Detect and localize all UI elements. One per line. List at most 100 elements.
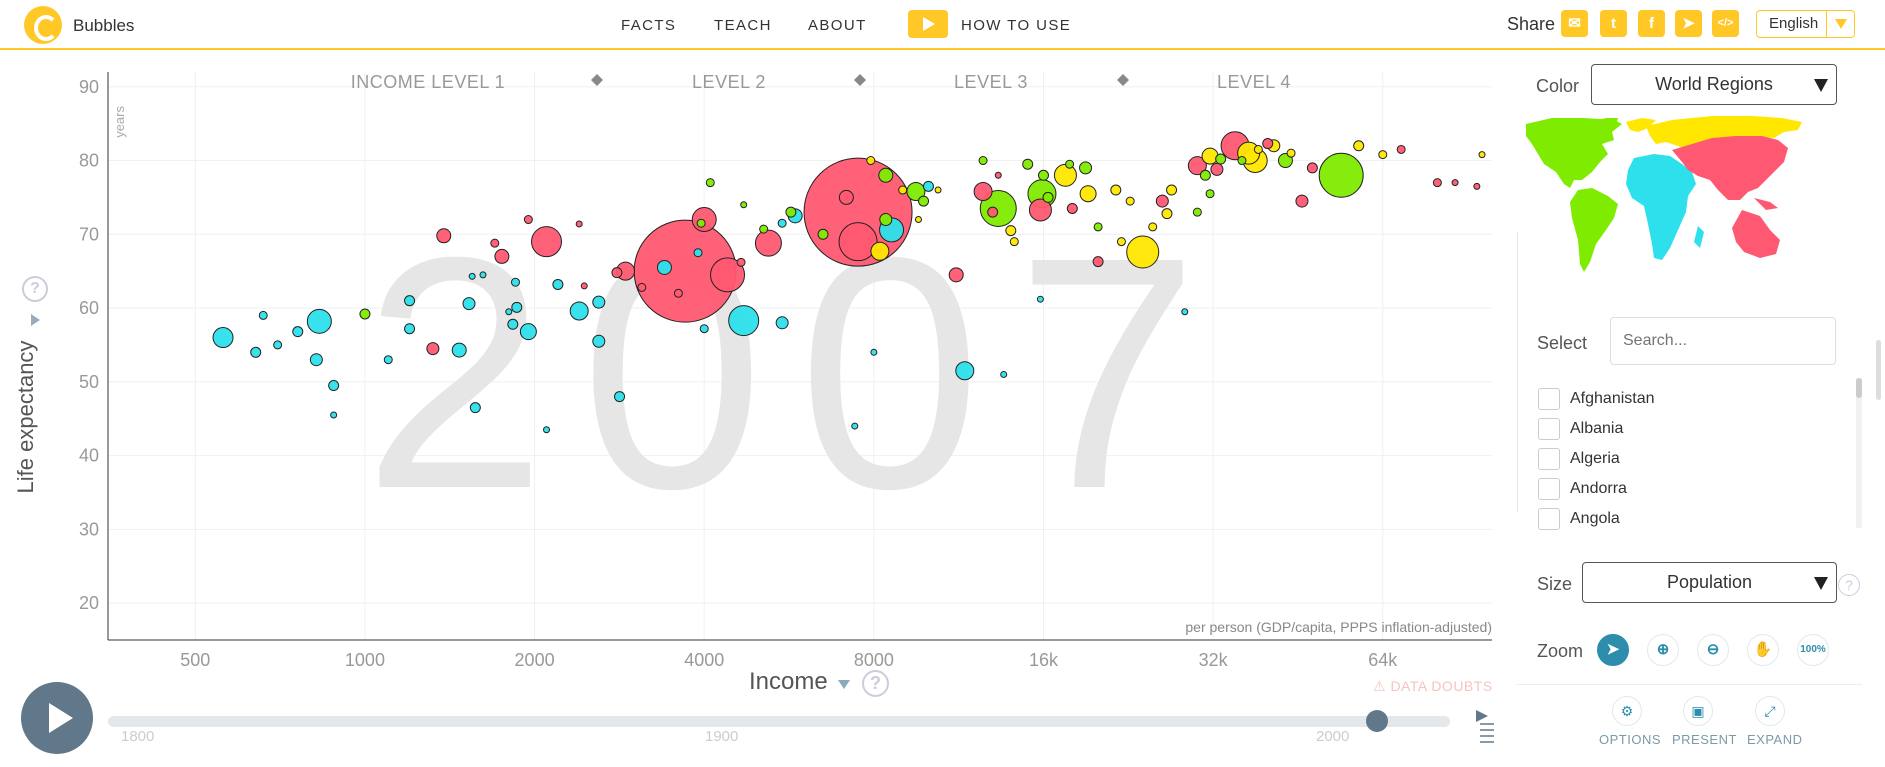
bubble[interactable] [1378,150,1388,160]
bubble[interactable] [693,248,703,258]
bubble[interactable] [1237,156,1247,166]
world-map-icon[interactable] [1522,114,1814,294]
present-icon[interactable]: ▣ [1683,696,1713,726]
nav-how-to-use[interactable]: HOW TO USE [961,17,1071,34]
bubble[interactable] [656,259,672,275]
bubble[interactable] [1126,235,1160,269]
bubble[interactable] [922,180,934,192]
bubble[interactable] [699,324,709,334]
bubble[interactable] [1116,237,1126,247]
options-gear-icon[interactable]: ⚙ [1612,696,1642,726]
bubble[interactable] [978,156,988,166]
bubble[interactable] [212,327,234,349]
nav-about[interactable]: ABOUT [808,17,867,34]
expand-icon[interactable]: ⤢ [1755,696,1785,726]
bubble[interactable] [866,156,876,166]
color-select[interactable]: World Regions [1591,64,1837,105]
facebook-icon[interactable]: f [1638,10,1665,37]
bubble[interactable] [696,218,706,228]
bubble[interactable] [987,206,999,218]
bubble[interactable] [1093,222,1103,232]
bubble[interactable] [552,278,564,290]
bubble[interactable] [330,411,338,419]
bubble[interactable] [494,248,510,264]
bubble[interactable] [519,323,537,341]
bubble[interactable] [1009,237,1019,247]
bubble[interactable] [705,178,715,188]
options-button[interactable]: OPTIONS [1599,732,1661,747]
nav-facts[interactable]: FACTS [621,17,676,34]
bubble[interactable] [898,185,908,195]
present-button[interactable]: PRESENT [1672,732,1737,747]
bubble[interactable] [1066,202,1078,214]
bubble[interactable] [531,226,563,258]
checkbox[interactable] [1538,448,1560,470]
bubble[interactable] [1079,185,1097,203]
expand-button[interactable]: EXPAND [1747,732,1803,747]
bubble[interactable] [1079,161,1093,175]
x-axis-label[interactable]: Income [749,668,828,696]
bubble[interactable] [994,171,1002,179]
country-list-scrollbar[interactable] [1856,378,1862,528]
bubble[interactable] [1396,144,1406,154]
bubble[interactable] [1155,194,1169,208]
hand-icon[interactable]: ✋ [1747,634,1779,666]
y-axis-label[interactable]: Life expectancy [13,341,38,502]
bubble[interactable] [507,318,519,330]
bubble[interactable] [740,201,748,209]
telegram-icon[interactable]: ➤ [1675,10,1702,37]
bubble[interactable] [1253,144,1263,154]
bubble[interactable] [1353,140,1365,152]
bubble[interactable] [1262,138,1274,150]
bubble[interactable] [1210,162,1224,176]
bubble[interactable] [404,295,416,307]
bubble[interactable] [523,215,533,225]
bubble[interactable] [451,342,467,358]
bubble[interactable] [273,340,283,350]
bubble[interactable] [1161,208,1173,220]
bubble[interactable] [436,228,452,244]
bubble[interactable] [611,267,623,279]
data-doubts-link[interactable]: ⚠ DATA DOUBTS [1373,678,1493,695]
bubble[interactable] [879,213,893,227]
app-title[interactable]: Bubbles [73,16,134,36]
bubble[interactable] [838,189,854,205]
language-select[interactable]: English [1756,10,1855,38]
bubble[interactable] [785,206,797,218]
bubble[interactable] [469,402,481,414]
bubble[interactable] [1042,191,1054,203]
bubble[interactable] [592,295,606,309]
bubble[interactable] [1295,194,1309,208]
bubble[interactable] [1181,308,1189,316]
bubble[interactable] [328,380,340,392]
timeslider-handle[interactable] [1366,710,1388,732]
bubble[interactable] [1318,152,1364,198]
nav-teach[interactable]: TEACH [714,17,772,34]
bubble[interactable] [1005,225,1017,237]
checkbox[interactable] [1538,418,1560,440]
bubble[interactable] [614,391,626,403]
bubble[interactable] [777,218,787,228]
bubble[interactable] [1286,148,1296,158]
country-search-input[interactable] [1610,317,1836,365]
end-flag-icon[interactable] [1476,708,1494,744]
bubble[interactable] [1125,196,1135,206]
bubble[interactable] [775,316,789,330]
y-axis-chevron-icon[interactable] [31,314,40,326]
bubble[interactable] [1192,207,1202,217]
bubble[interactable] [870,348,878,356]
bubble[interactable] [1110,184,1122,196]
bubble[interactable] [754,229,782,257]
bubble[interactable] [479,271,487,279]
bubble[interactable] [955,361,975,381]
bubble[interactable] [1473,182,1481,190]
bubble[interactable] [510,277,520,287]
play-button[interactable] [21,682,93,754]
bubble[interactable] [543,426,551,434]
bubble[interactable] [736,257,746,267]
timeslider-track[interactable] [108,716,1450,727]
x-axis-chevron-icon[interactable] [838,680,850,689]
bubble[interactable] [1037,169,1049,181]
bubble[interactable] [306,308,332,334]
y-axis-help-icon[interactable]: ? [22,276,48,302]
